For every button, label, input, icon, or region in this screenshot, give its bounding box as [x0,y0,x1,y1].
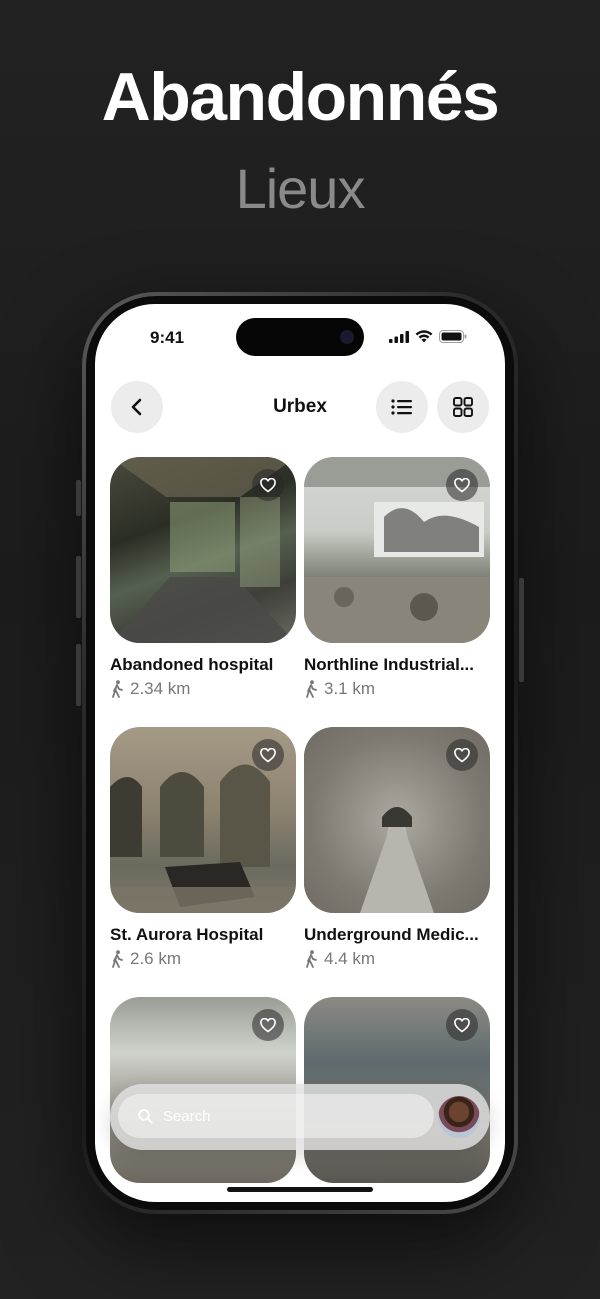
bottom-search-bar: Search [110,1084,490,1150]
distance-value: 3.1 km [324,679,376,698]
favorite-button[interactable] [446,739,478,771]
place-name: Underground Medic... [304,925,479,944]
volume-down-button [76,644,81,706]
distance-value: 4.4 km [324,949,376,968]
dynamic-island [236,318,364,356]
favorite-button[interactable] [446,469,478,501]
phone-screen: 9:41 Urbex Abandoned hospital 2.34 km No… [95,304,505,1202]
walking-icon [306,950,317,968]
promo-subtitle: Lieux [235,157,366,220]
battery-icon [439,330,467,343]
action-button [76,480,81,516]
search-icon [138,1108,153,1124]
place-card[interactable]: Northline Industrial... 3.1 km [304,457,490,699]
place-photo [304,727,490,913]
distance-value: 2.6 km [130,949,182,968]
place-distance: 4.4 km [304,949,490,969]
heart-icon [260,747,276,762]
place-card[interactable]: Underground Medic... 4.4 km [304,727,490,969]
signal-icon [389,330,409,343]
walking-icon [112,950,123,968]
avatar[interactable] [438,1096,480,1138]
heart-icon [454,747,470,762]
home-indicator [227,1187,373,1192]
place-name: Abandoned hospital [110,655,274,674]
search-placeholder: Search [163,1107,211,1125]
power-button [519,578,524,682]
place-distance: 2.34 km [110,679,296,699]
distance-value: 2.34 km [130,679,191,698]
heart-icon [454,1017,470,1032]
place-card[interactable]: St. Aurora Hospital 2.6 km [110,727,296,969]
heart-icon [260,1017,276,1032]
favorite-button[interactable] [252,469,284,501]
search-input[interactable]: Search [118,1094,434,1138]
status-icons [389,330,467,343]
place-photo [110,727,296,913]
heart-icon [260,477,276,492]
place-name: Northline Industrial... [304,655,475,674]
favorite-button[interactable] [446,1009,478,1041]
place-photo [110,457,296,643]
promo-title: Abandonnés [101,59,500,135]
list-view-button[interactable] [376,381,428,433]
walking-icon [306,680,317,698]
place-distance: 2.6 km [110,949,296,969]
place-photo [304,457,490,643]
list-icon [391,399,412,415]
place-card[interactable]: Abandoned hospital 2.34 km [110,457,296,699]
volume-up-button [76,556,81,618]
heart-icon [454,477,470,492]
place-name: St. Aurora Hospital [110,925,264,944]
favorite-button[interactable] [252,1009,284,1041]
grid-view-button[interactable] [437,381,489,433]
favorite-button[interactable] [252,739,284,771]
status-time: 9:41 [150,328,185,347]
grid-icon [453,397,473,417]
walking-icon [112,680,123,698]
place-distance: 3.1 km [304,679,490,699]
wifi-icon [415,330,433,343]
